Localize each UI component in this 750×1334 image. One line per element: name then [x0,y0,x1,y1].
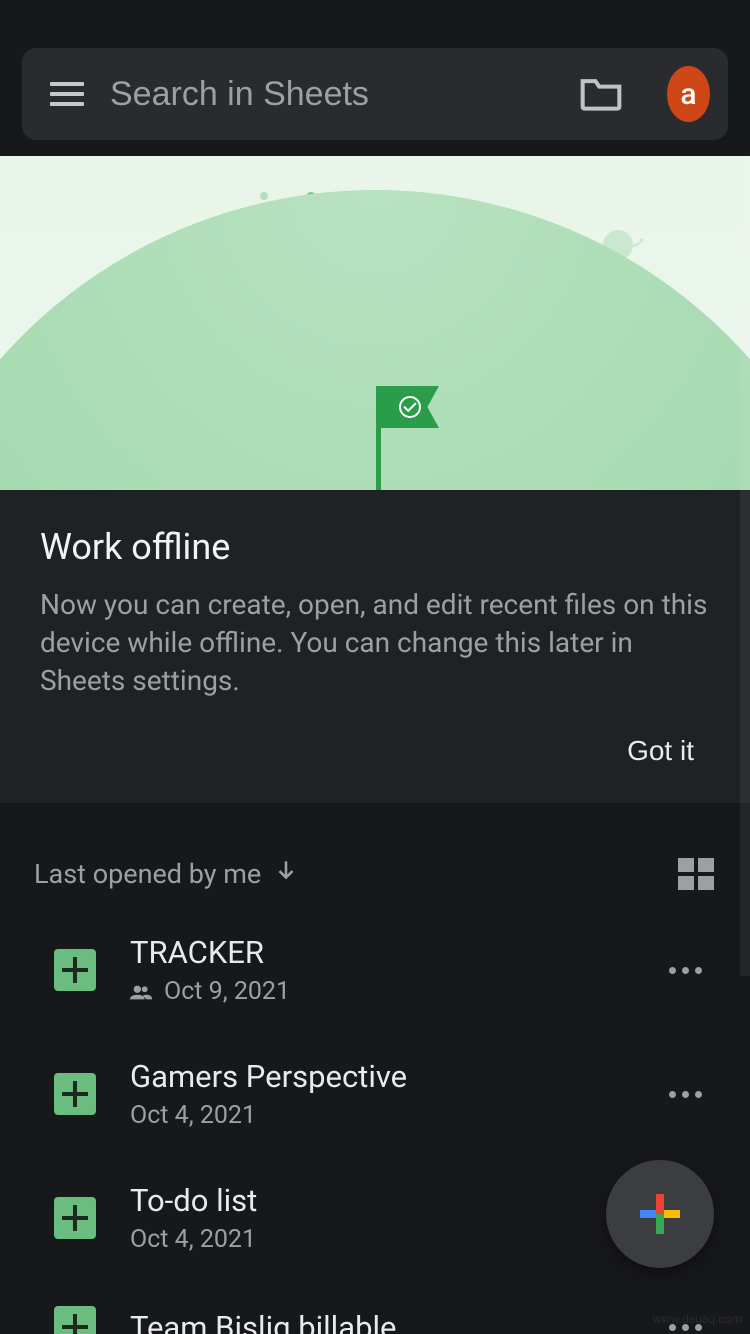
sheets-file-icon [54,1306,96,1334]
offline-illustration [0,156,750,490]
menu-icon[interactable] [50,82,84,106]
sort-label: Last opened by me [34,858,261,890]
create-fab[interactable] [606,1160,714,1268]
file-text: Team Bislig billable [130,1309,623,1334]
file-meta: Oct 4, 2021 [130,1101,623,1130]
offline-title: Work offline [40,526,710,568]
file-text: To-do list Oct 4, 2021 [130,1182,623,1254]
more-options-icon[interactable] [657,1079,714,1110]
file-row[interactable]: Team Bislig billable [0,1280,750,1334]
folder-icon[interactable] [579,75,623,113]
file-text: TRACKER Oct 9, 2021 [130,934,623,1006]
sheets-file-icon [54,1073,96,1115]
file-date: Oct 9, 2021 [164,977,290,1006]
sheets-file-icon [54,949,96,991]
file-title: TRACKER [130,934,623,971]
file-list: TRACKER Oct 9, 2021 Gamers Perspective Oct … [0,908,750,1334]
account-avatar[interactable]: a [667,66,710,122]
sheets-file-icon [54,1197,96,1239]
app-header: a [0,0,750,156]
file-row[interactable]: TRACKER Oct 9, 2021 [0,908,750,1032]
search-bar[interactable]: a [22,48,728,140]
avatar-letter: a [680,77,696,112]
offline-body: Now you can create, open, and edit recen… [40,586,710,699]
plus-icon [640,1194,680,1234]
sort-row: Last opened by me [0,803,750,908]
file-text: Gamers Perspective Oct 4, 2021 [130,1058,623,1130]
scrollbar[interactable] [740,156,750,976]
file-title: Gamers Perspective [130,1058,623,1095]
watermark: www.deuaq.com [653,1312,742,1326]
file-title: To-do list [130,1182,623,1219]
sort-dropdown[interactable]: Last opened by me [34,857,299,890]
file-meta: Oct 9, 2021 [130,977,623,1006]
shared-icon [130,983,152,1001]
more-options-icon[interactable] [657,955,714,986]
got-it-button[interactable]: Got it [611,727,710,775]
file-date: Oct 4, 2021 [130,1225,256,1254]
file-title: Team Bislig billable [130,1309,623,1334]
arrow-down-icon [273,857,299,890]
file-meta: Oct 4, 2021 [130,1225,623,1254]
file-row[interactable]: Gamers Perspective Oct 4, 2021 [0,1032,750,1156]
offline-card: Work offline Now you can create, open, a… [0,490,750,803]
file-date: Oct 4, 2021 [130,1101,256,1130]
search-input[interactable] [110,75,553,114]
grid-view-icon[interactable] [678,858,714,890]
